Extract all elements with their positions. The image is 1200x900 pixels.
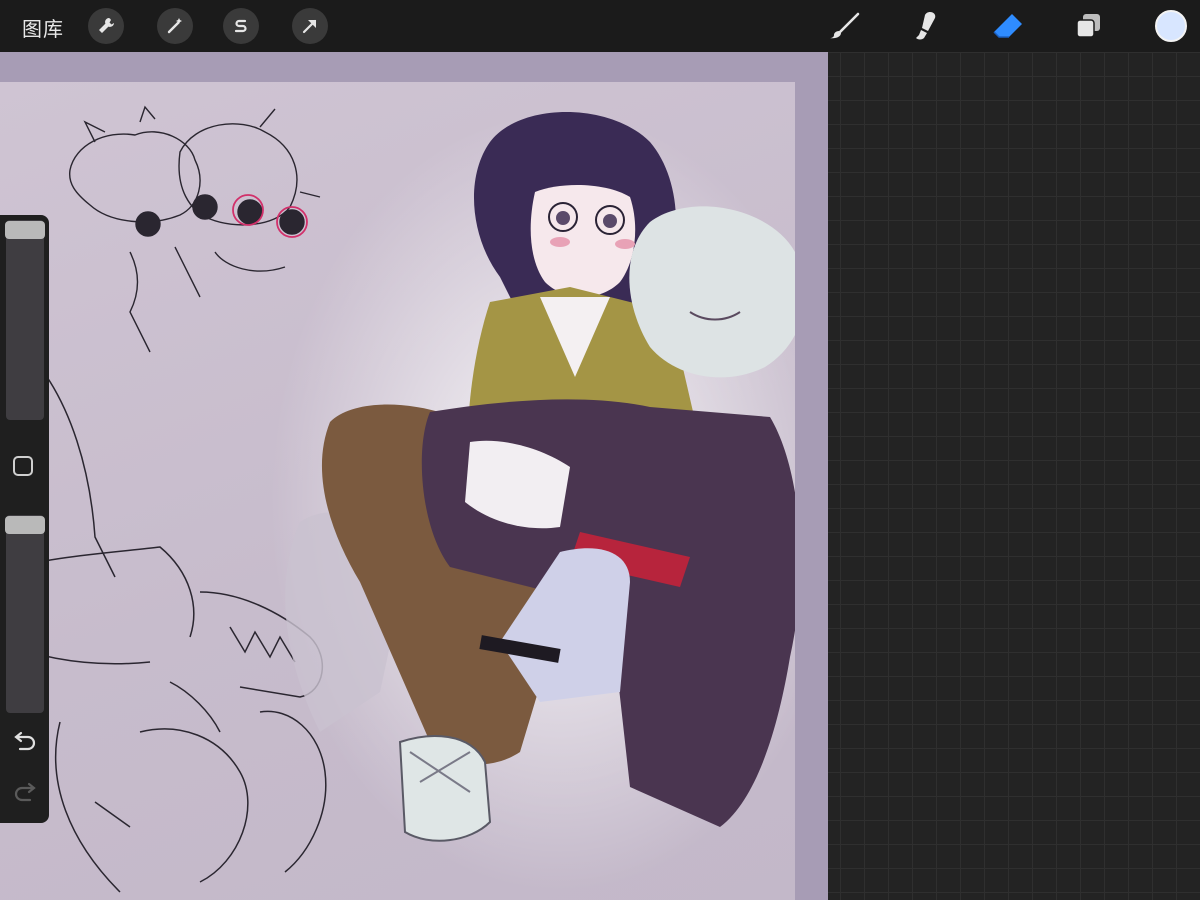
smudge-icon[interactable] <box>905 8 945 44</box>
actions-wrench-icon[interactable] <box>88 8 124 44</box>
drawing-canvas[interactable] <box>0 82 795 900</box>
transform-arrow-icon[interactable] <box>292 8 328 44</box>
brush-icon[interactable] <box>825 8 865 44</box>
eraser-icon[interactable] <box>988 8 1028 44</box>
artwork <box>0 105 795 893</box>
layers-icon[interactable] <box>1068 8 1108 44</box>
gallery-button[interactable]: 图库 <box>22 13 64 42</box>
top-toolbar: 图库 <box>0 0 1200 52</box>
undo-icon[interactable] <box>12 731 38 755</box>
opacity-slider[interactable] <box>6 515 44 713</box>
character-illustration <box>270 112 795 892</box>
adjustments-wand-icon[interactable] <box>157 8 193 44</box>
color-picker-swatch[interactable] <box>1155 10 1187 42</box>
modify-button[interactable] <box>13 456 33 476</box>
brush-size-slider-knob[interactable] <box>5 221 45 239</box>
brush-size-slider[interactable] <box>6 220 44 420</box>
redo-icon[interactable] <box>12 782 38 806</box>
chibi-sketch <box>68 105 321 353</box>
left-sidebar <box>0 215 49 823</box>
opacity-slider-knob[interactable] <box>5 516 45 534</box>
selection-s-icon[interactable] <box>223 8 259 44</box>
